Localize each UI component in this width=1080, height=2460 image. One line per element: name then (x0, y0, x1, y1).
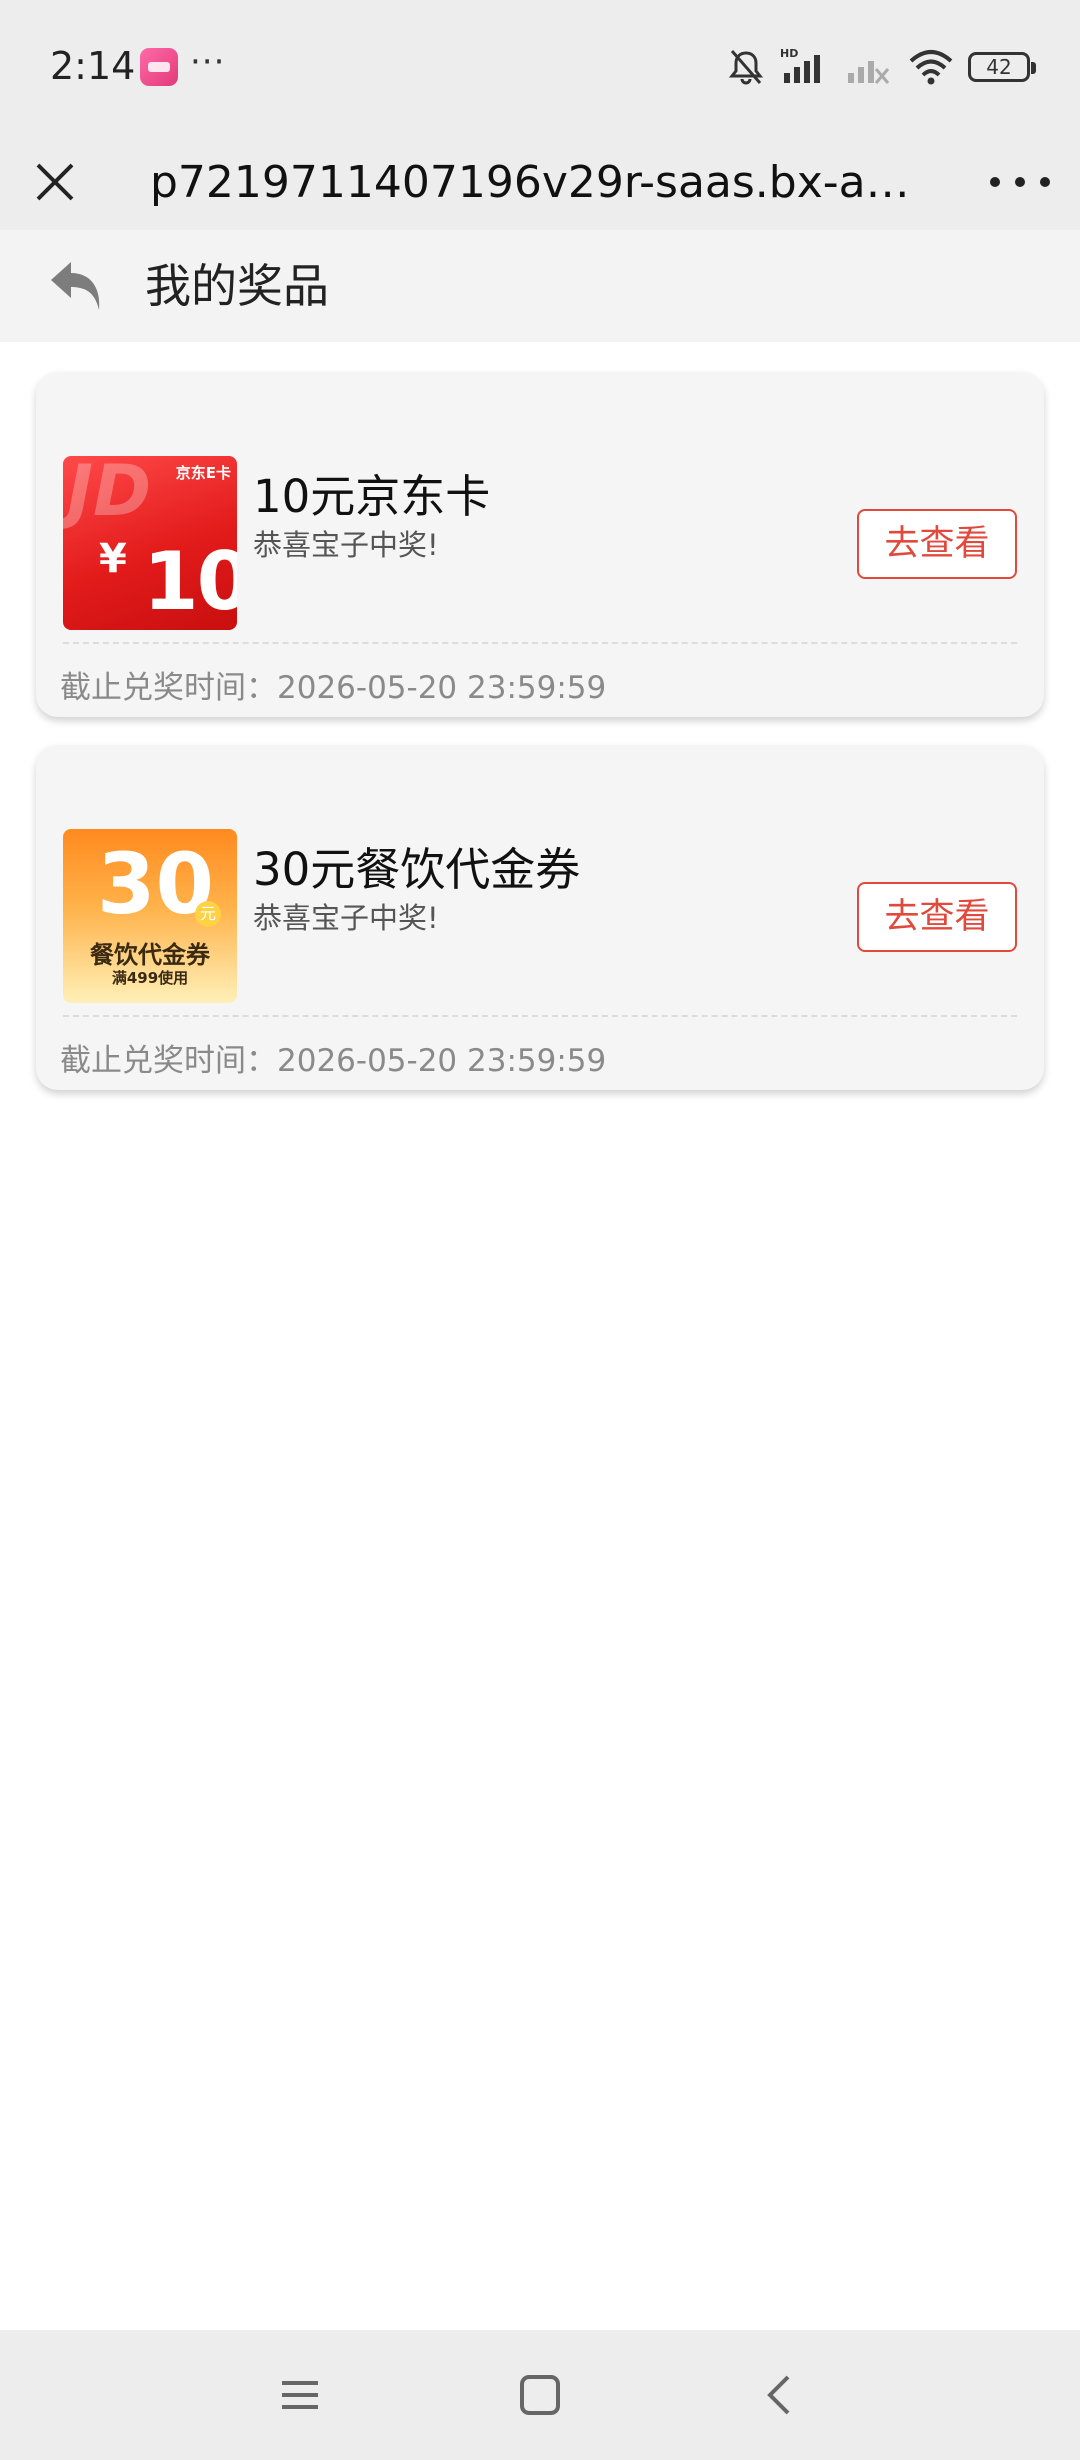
deadline-value: 2026-05-20 23:59:59 (277, 670, 607, 706)
more-icon[interactable] (990, 157, 1050, 207)
prize-subtitle: 恭喜宝子中奖! (253, 528, 439, 562)
signal-hd-icon: HD (780, 47, 820, 83)
system-nav-bar (0, 2330, 1080, 2460)
menu-icon[interactable] (270, 2365, 330, 2425)
prize-card: JD 京东E卡 ¥ 10 10元京东卡 恭喜宝子中奖! 去查看 截止兑奖时间：2… (36, 372, 1044, 717)
more-notifications-icon: ··· (190, 42, 226, 82)
svg-text:HD: HD (780, 47, 798, 60)
page-title: 我的奖品 (145, 259, 329, 313)
voucher-condition: 满499使用 (111, 969, 189, 987)
card-divider (63, 1015, 1017, 1017)
jd-card-tag: 京东E卡 (175, 464, 231, 482)
status-time: 2:14 (50, 44, 136, 88)
deadline-label: 截止兑奖时间： (60, 1043, 277, 1079)
prize-subtitle: 恭喜宝子中奖! (253, 901, 439, 935)
prize-name: 10元京东卡 (253, 470, 491, 523)
page-header: 我的奖品 (0, 230, 1080, 342)
view-prize-button[interactable]: 去查看 (857, 882, 1017, 952)
prize-deadline: 截止兑奖时间：2026-05-20 23:59:59 (60, 1035, 606, 1080)
wifi-icon (909, 50, 953, 85)
deadline-value: 2026-05-20 23:59:59 (277, 1043, 607, 1079)
close-icon[interactable] (30, 157, 80, 207)
jd-watermark: JD (67, 456, 152, 532)
card-divider (63, 642, 1017, 644)
voucher-unit: 元 (195, 901, 221, 927)
home-icon[interactable] (510, 2365, 570, 2425)
browser-title-bar: p7219711407196v29r-saas.bx-activ... (0, 135, 1080, 230)
app-notification-icon (140, 48, 178, 86)
prize-deadline: 截止兑奖时间：2026-05-20 23:59:59 (60, 662, 606, 707)
page-url: p7219711407196v29r-saas.bx-activ... (150, 157, 930, 208)
prize-card: 30 元 餐饮代金券 满499使用 30元餐饮代金券 恭喜宝子中奖! 去查看 截… (36, 745, 1044, 1090)
view-prize-button[interactable]: 去查看 (857, 509, 1017, 579)
jd-card-image: JD 京东E卡 ¥ 10 (63, 456, 237, 630)
signal-none-icon (848, 61, 890, 84)
back-arrow-icon[interactable] (45, 254, 107, 318)
battery-icon: 42 (968, 52, 1036, 82)
deadline-label: 截止兑奖时间： (60, 670, 277, 706)
mute-bell-icon (728, 50, 764, 85)
currency-symbol: ¥ (99, 536, 127, 582)
chevron-left-icon[interactable] (750, 2365, 810, 2425)
voucher-label: 餐饮代金券 (90, 941, 210, 969)
dining-voucher-image: 30 元 餐饮代金券 满499使用 (63, 829, 237, 1003)
status-bar: 2:14 ··· HD 42 (0, 0, 1080, 135)
prize-name: 30元餐饮代金券 (253, 843, 581, 896)
status-icons: HD 42 (726, 42, 1036, 92)
card-amount: 10 (143, 535, 237, 628)
